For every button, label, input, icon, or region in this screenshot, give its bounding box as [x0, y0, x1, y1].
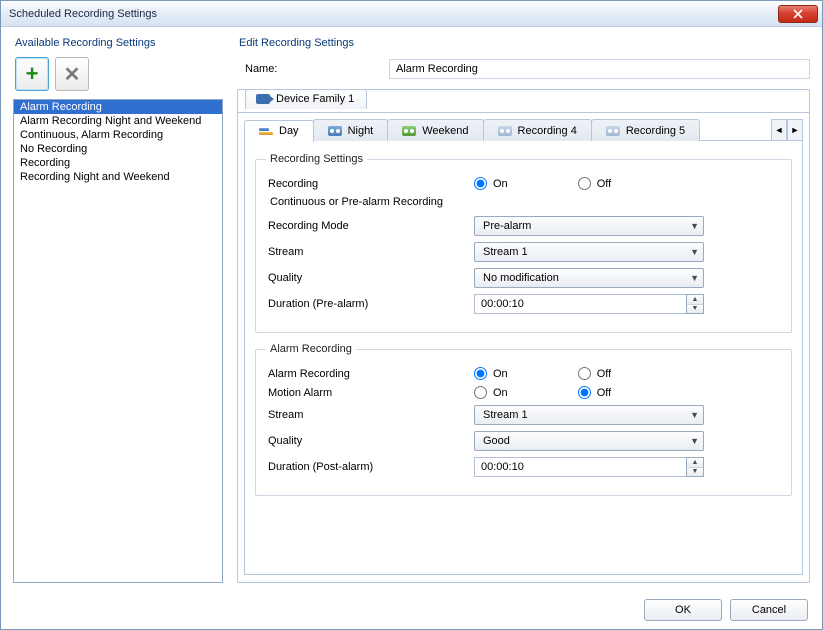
alarm-stream-label: Stream — [266, 409, 466, 421]
alarm-recording-legend: Alarm Recording — [266, 343, 356, 355]
motion-on-option[interactable]: On — [474, 386, 508, 399]
tab-scroll-left[interactable]: ◄ — [771, 119, 787, 141]
delete-button[interactable]: ✕ — [55, 57, 89, 91]
cancel-button[interactable]: Cancel — [730, 599, 808, 621]
alarm-off-option[interactable]: Off — [578, 367, 611, 380]
tape-icon — [328, 126, 342, 136]
settings-listbox[interactable]: Alarm RecordingAlarm Recording Night and… — [13, 99, 223, 583]
close-button[interactable] — [778, 5, 818, 23]
schedule-icon — [259, 126, 273, 137]
recording-settings-legend: Recording Settings — [266, 153, 367, 165]
list-item[interactable]: Recording Night and Weekend — [14, 170, 222, 184]
x-icon: ✕ — [64, 62, 81, 87]
chevron-down-icon: ▼ — [690, 247, 699, 257]
name-input[interactable] — [389, 59, 810, 79]
titlebar: Scheduled Recording Settings — [1, 1, 822, 27]
stream-label: Stream — [266, 246, 466, 258]
duration-prealarm-spinner[interactable]: ▲▼ — [686, 294, 704, 314]
tab-night[interactable]: Night — [313, 119, 389, 141]
recording-settings-section: Recording Settings Recording On Off Cont… — [255, 153, 792, 333]
alarm-stream-select[interactable]: Stream 1▼ — [474, 405, 704, 425]
alarm-off-radio[interactable] — [578, 367, 591, 380]
window-title: Scheduled Recording Settings — [9, 8, 157, 20]
spinner-up-icon[interactable]: ▲ — [687, 295, 703, 305]
duration-prealarm-label: Duration (Pre-alarm) — [266, 298, 466, 310]
tab-weekend[interactable]: Weekend — [387, 119, 483, 141]
list-item[interactable]: Alarm Recording Night and Weekend — [14, 114, 222, 128]
recording-mode-label: Recording Mode — [266, 220, 466, 232]
tab-recording-5[interactable]: Recording 5 — [591, 119, 700, 141]
chevron-down-icon: ▼ — [690, 273, 699, 283]
alarm-recording-label: Alarm Recording — [266, 368, 466, 380]
motion-off-option[interactable]: Off — [578, 386, 611, 399]
tape-icon — [498, 126, 512, 136]
spinner-up-icon[interactable]: ▲ — [687, 458, 703, 468]
motion-on-radio[interactable] — [474, 386, 487, 399]
tape-icon — [402, 126, 416, 136]
list-item[interactable]: Recording — [14, 156, 222, 170]
schedule-tabrow: DayNightWeekendRecording 4Recording 5 ◄ ► — [244, 119, 803, 141]
chevron-down-icon: ▼ — [690, 410, 699, 420]
recording-on-option[interactable]: On — [474, 177, 508, 190]
duration-postalarm-spinner[interactable]: ▲▼ — [686, 457, 704, 477]
alarm-on-option[interactable]: On — [474, 367, 508, 380]
quality-label: Quality — [266, 272, 466, 284]
list-item[interactable]: Alarm Recording — [14, 100, 222, 114]
alarm-quality-label: Quality — [266, 435, 466, 447]
tab-day[interactable]: Day — [244, 120, 314, 142]
add-button[interactable]: + — [15, 57, 49, 91]
list-item[interactable]: Continuous, Alarm Recording — [14, 128, 222, 142]
close-icon — [793, 9, 803, 19]
stream-select[interactable]: Stream 1▼ — [474, 242, 704, 262]
duration-postalarm-label: Duration (Post-alarm) — [266, 461, 466, 473]
plus-icon: + — [26, 63, 39, 85]
motion-off-radio[interactable] — [578, 386, 591, 399]
recording-mode-select[interactable]: Pre-alarm▼ — [474, 216, 704, 236]
tab-recording-4[interactable]: Recording 4 — [483, 119, 592, 141]
available-settings-label: Available Recording Settings — [15, 37, 223, 49]
chevron-down-icon: ▼ — [690, 221, 699, 231]
edit-settings-label: Edit Recording Settings — [239, 37, 810, 49]
recording-off-radio[interactable] — [578, 177, 591, 190]
quality-select[interactable]: No modification▼ — [474, 268, 704, 288]
duration-prealarm-input[interactable] — [474, 294, 686, 314]
alarm-recording-section: Alarm Recording Alarm Recording On Off M… — [255, 343, 792, 496]
alarm-on-radio[interactable] — [474, 367, 487, 380]
chevron-left-icon: ◄ — [775, 125, 784, 135]
chevron-down-icon: ▼ — [690, 436, 699, 446]
spinner-down-icon[interactable]: ▼ — [687, 468, 703, 477]
tab-scroll-right[interactable]: ► — [787, 119, 803, 141]
name-label: Name: — [245, 63, 365, 75]
recording-off-option[interactable]: Off — [578, 177, 611, 190]
recording-label: Recording — [266, 178, 466, 190]
ok-button[interactable]: OK — [644, 599, 722, 621]
continuous-prealarm-subhead: Continuous or Pre-alarm Recording — [270, 196, 781, 208]
tape-icon — [606, 126, 620, 136]
duration-postalarm-input[interactable] — [474, 457, 686, 477]
spinner-down-icon[interactable]: ▼ — [687, 305, 703, 314]
list-item[interactable]: No Recording — [14, 142, 222, 156]
motion-alarm-label: Motion Alarm — [266, 387, 466, 399]
recording-on-radio[interactable] — [474, 177, 487, 190]
chevron-right-icon: ► — [791, 125, 800, 135]
alarm-quality-select[interactable]: Good▼ — [474, 431, 704, 451]
